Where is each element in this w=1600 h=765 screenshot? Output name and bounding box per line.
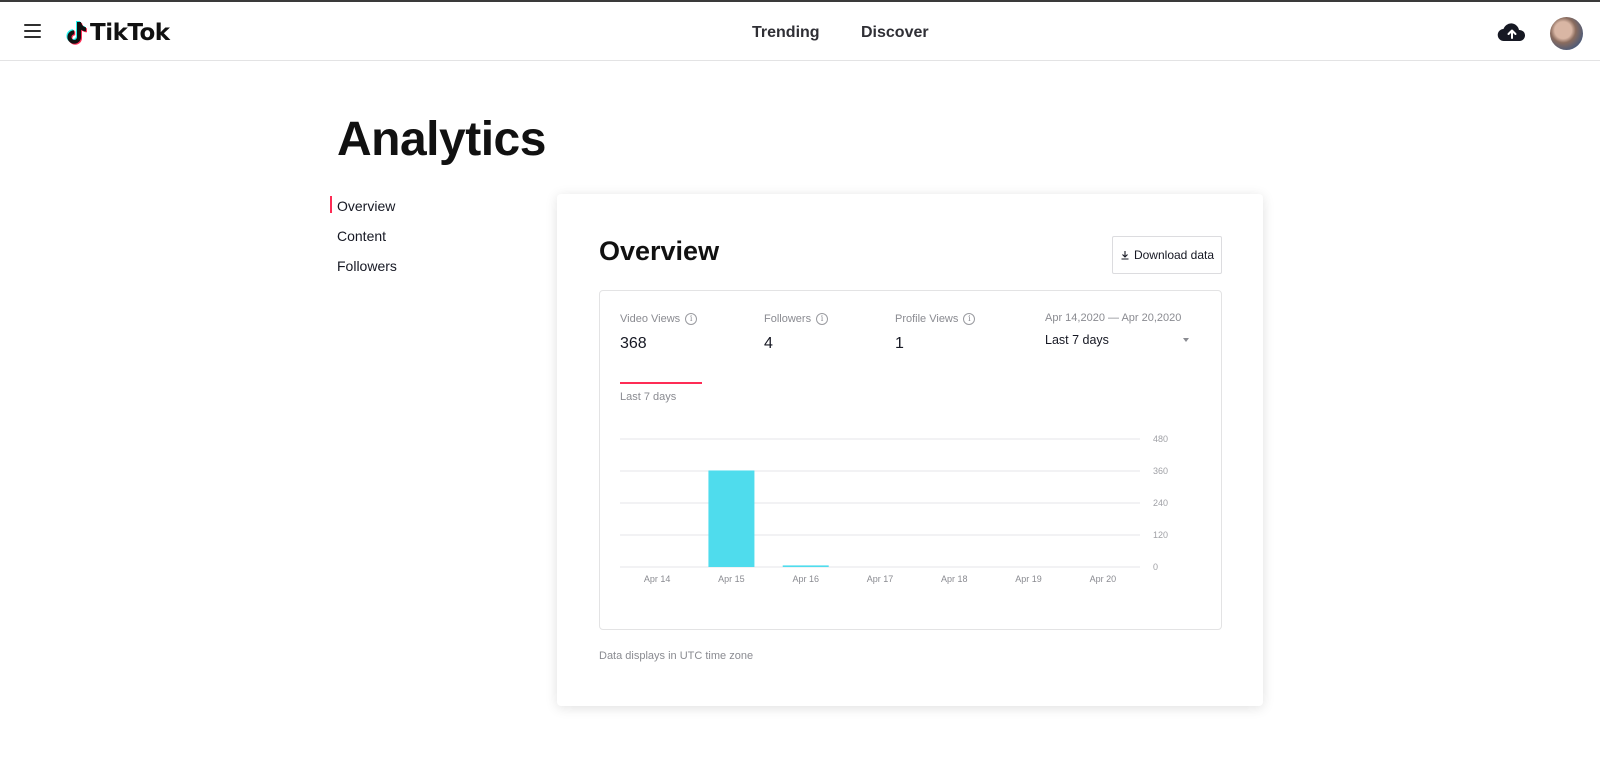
- x-tick-label: Apr 17: [867, 574, 894, 584]
- x-tick-label: Apr 15: [718, 574, 745, 584]
- info-icon[interactable]: i: [685, 313, 698, 325]
- metric-label: Followers: [764, 313, 812, 325]
- nav-trending-link[interactable]: Trending: [752, 24, 820, 42]
- top-header: TikTok Trending Discover: [0, 0, 1600, 61]
- chart-caption: Last 7 days: [620, 391, 677, 403]
- overview-card: Overview Download data Video Views i 368…: [557, 194, 1263, 706]
- active-metric-underline: [620, 382, 702, 384]
- caret-down-icon: [1183, 338, 1189, 342]
- hamburger-menu-icon[interactable]: [24, 24, 41, 38]
- metric-label: Video Views: [620, 313, 681, 325]
- metric-value: 1: [895, 335, 904, 352]
- side-nav-content[interactable]: Content: [330, 226, 397, 256]
- nav-discover-link[interactable]: Discover: [861, 24, 929, 42]
- date-range-label: Apr 14,2020 — Apr 20,2020: [1045, 312, 1182, 324]
- bar-apr-16[interactable]: [782, 565, 829, 567]
- metric-value: 368: [620, 335, 647, 352]
- analytics-page: TikTok Trending Discover Analytics Overv…: [0, 0, 1600, 765]
- page-title: Analytics: [337, 113, 546, 166]
- metric-followers[interactable]: Followers i 4: [764, 313, 829, 353]
- download-data-button[interactable]: Download data: [1112, 236, 1222, 274]
- x-tick-label: Apr 14: [644, 574, 671, 584]
- x-tick-label: Apr 16: [792, 574, 819, 584]
- side-nav-followers[interactable]: Followers: [330, 256, 397, 286]
- x-tick-label: Apr 19: [1015, 574, 1042, 584]
- y-tick-label: 0: [1153, 562, 1158, 572]
- x-tick-label: Apr 20: [1090, 574, 1117, 584]
- metrics-panel: Video Views i 368 Followers i 4 Profile …: [599, 290, 1222, 630]
- side-nav-overview[interactable]: Overview: [330, 196, 397, 226]
- timezone-footnote: Data displays in UTC time zone: [599, 650, 754, 662]
- y-tick-label: 120: [1153, 530, 1168, 540]
- date-range-select[interactable]: Apr 14,2020 — Apr 20,2020 Last 7 days: [1045, 312, 1195, 347]
- metric-profile-views[interactable]: Profile Views i 1: [895, 313, 976, 353]
- x-tick-label: Apr 18: [941, 574, 968, 584]
- date-range-value: Last 7 days: [1045, 333, 1109, 347]
- video-views-bar-chart: 0 120 240 360 480 Apr 14 Apr 15 Apr 16 Apr 17 Apr…: [620, 434, 1168, 584]
- analytics-side-nav: Overview Content Followers: [330, 196, 397, 286]
- y-tick-label: 360: [1153, 466, 1168, 476]
- download-icon: [1121, 251, 1129, 260]
- upload-cloud-icon[interactable]: [1497, 21, 1527, 45]
- card-title: Overview: [599, 236, 720, 266]
- bar-apr-15[interactable]: [708, 470, 755, 567]
- y-tick-label: 480: [1153, 434, 1168, 444]
- metric-video-views[interactable]: Video Views i 368: [620, 313, 702, 384]
- download-data-label: Download data: [1133, 248, 1215, 262]
- metric-label: Profile Views: [895, 313, 959, 325]
- user-avatar[interactable]: [1550, 17, 1583, 50]
- metric-value: 4: [764, 335, 773, 352]
- logo-text: TikTok: [90, 20, 170, 46]
- tiktok-logo[interactable]: TikTok: [65, 20, 170, 46]
- tiktok-note-icon: [66, 21, 87, 45]
- info-icon[interactable]: i: [816, 313, 829, 325]
- y-tick-label: 240: [1153, 498, 1168, 508]
- info-icon[interactable]: i: [963, 313, 976, 325]
